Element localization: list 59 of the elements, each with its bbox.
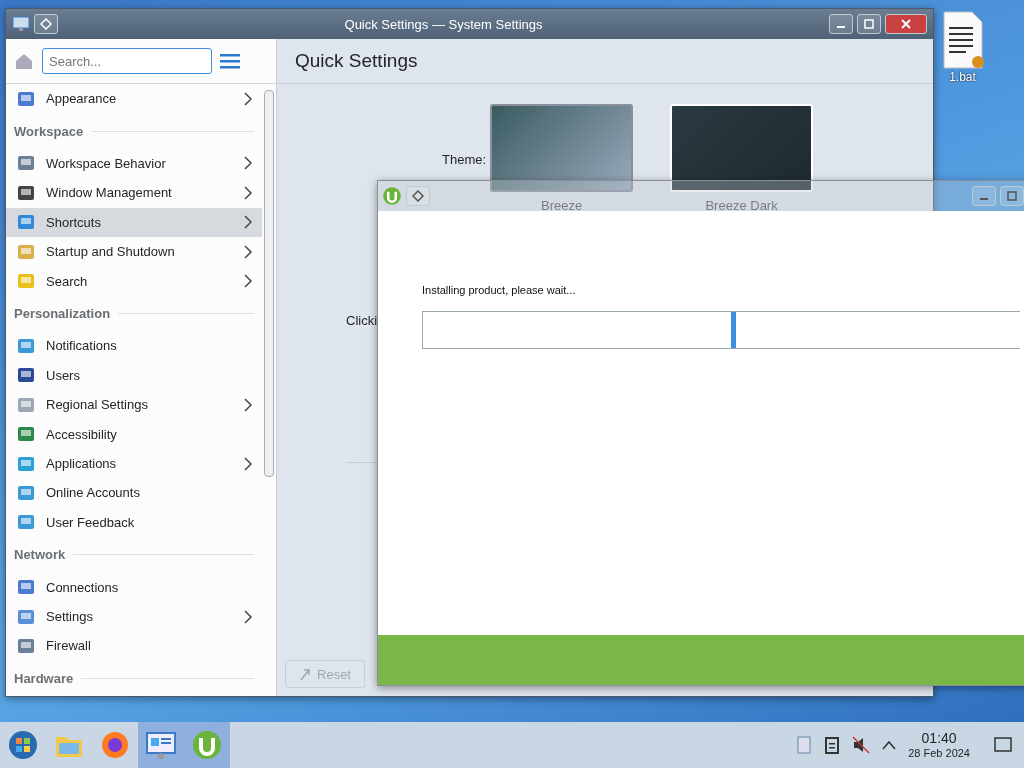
close-button[interactable] <box>885 14 927 34</box>
section-heading: Hardware <box>14 670 74 686</box>
sidebar-item[interactable]: Users <box>6 360 262 390</box>
muted-speaker-icon[interactable] <box>852 736 871 754</box>
scrollbar-thumb[interactable] <box>264 90 274 477</box>
theme-label: Theme: <box>442 152 487 167</box>
arrow-icon <box>299 667 311 681</box>
maximize-icon <box>1007 191 1017 201</box>
sidebar-item[interactable]: User Feedback <box>6 507 262 538</box>
taskbar-button[interactable] <box>138 722 184 768</box>
file-name: 1.bat <box>949 70 976 84</box>
sidebar-item[interactable]: Shortcuts <box>6 207 262 237</box>
sidebar-item[interactable]: Online Accounts <box>6 478 262 508</box>
monitor-icon <box>145 730 177 760</box>
torrent-logo-icon[interactable] <box>382 186 402 206</box>
sidebar-item[interactable]: Applications <box>6 448 262 479</box>
sidebar-item[interactable]: Workspace Behavior <box>6 148 262 179</box>
browser-icon <box>100 730 130 760</box>
sidebar-item[interactable]: Regional Settings <box>6 390 262 420</box>
section-heading: Personalization <box>14 306 111 321</box>
section-heading: Workspace <box>14 123 84 139</box>
search-field[interactable]: Search... <box>42 48 212 74</box>
option-label: Clicki <box>346 313 379 328</box>
maximize-button[interactable] <box>857 14 881 34</box>
clock[interactable]: 01:40 28 Feb 2024 <box>908 730 970 760</box>
section-heading: Network <box>14 547 66 563</box>
maximize-icon <box>864 19 874 29</box>
theme-name: Breeze <box>540 198 583 213</box>
menu-icon[interactable] <box>220 53 240 69</box>
minimize-icon <box>980 198 988 200</box>
start-orb-icon <box>7 729 39 761</box>
page-title: Quick Settings <box>277 39 933 84</box>
caret-up-icon[interactable] <box>882 740 897 750</box>
sidebar-item[interactable]: Appearance <box>6 84 262 114</box>
home-icon[interactable] <box>14 51 34 71</box>
torrent-logo-icon <box>191 729 223 761</box>
sidebar-item[interactable]: Settings <box>6 601 262 632</box>
minimize-icon <box>837 26 845 28</box>
sidebar-item[interactable]: Startup and Shutdown <box>6 237 262 267</box>
diamond-icon <box>412 190 424 202</box>
sidebar-item[interactable]: Notifications <box>6 331 262 361</box>
window-title: Quick Settings — System Settings <box>344 16 543 32</box>
show-desktop-icon[interactable] <box>994 737 1012 753</box>
close-icon <box>901 19 911 29</box>
theme-name: Breeze Dark <box>705 198 778 213</box>
sidebar-item[interactable]: Search <box>6 266 262 296</box>
app-icon[interactable] <box>12 16 30 32</box>
sidebar-item[interactable]: Window Management <box>6 178 262 208</box>
sidebar-item[interactable]: Firewall <box>6 631 262 661</box>
status-message: Installing product, please wait... <box>422 284 577 296</box>
pin-button[interactable] <box>34 14 58 34</box>
pin-button[interactable] <box>406 186 430 206</box>
taskbar-button[interactable] <box>184 722 230 768</box>
sidebar-item[interactable]: Accessibility <box>6 419 262 449</box>
minimize-button[interactable] <box>829 14 853 34</box>
sidebar-item[interactable]: Connections <box>6 572 262 602</box>
minimize-button[interactable] <box>972 186 996 206</box>
diamond-icon <box>40 18 52 30</box>
maximize-button[interactable] <box>1000 186 1024 206</box>
